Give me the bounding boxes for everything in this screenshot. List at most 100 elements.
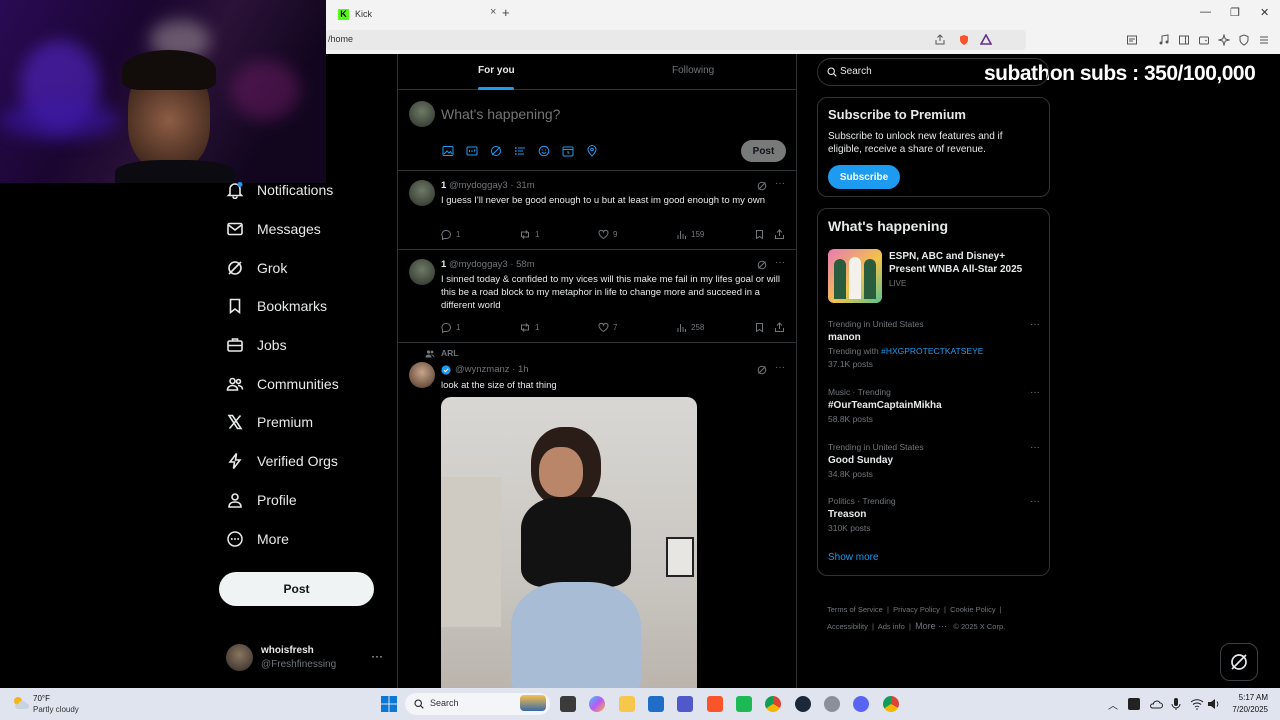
tweet-author[interactable]: 1 (441, 180, 446, 191)
repost-button[interactable]: 1 (519, 322, 539, 333)
minimize-icon[interactable]: — (1200, 6, 1211, 18)
share-button[interactable] (774, 229, 785, 240)
sidebar-item-communities[interactable]: Communities (226, 371, 339, 397)
discord-icon[interactable] (853, 696, 869, 712)
tweet-context[interactable]: ARL (441, 348, 458, 358)
reader-icon[interactable] (1126, 34, 1138, 46)
bookmark-button[interactable] (754, 229, 765, 240)
volume-icon[interactable] (1207, 698, 1221, 710)
copilot-icon[interactable] (589, 696, 605, 712)
grok-explain-icon[interactable] (757, 260, 767, 270)
sidebar-item-messages[interactable]: Messages (226, 216, 321, 242)
sidebar-item-bookmarks[interactable]: Bookmarks (226, 293, 327, 319)
vpn-icon[interactable] (1238, 34, 1250, 46)
grok-compose-icon[interactable] (490, 145, 502, 157)
trend-more-icon[interactable]: ··· (1030, 496, 1040, 507)
like-button[interactable]: 9 (598, 229, 617, 240)
trend-more-icon[interactable]: ··· (1030, 319, 1040, 330)
trend-item[interactable]: Politics · Trending Treason 310K posts ·… (828, 496, 1040, 533)
account-switcher[interactable]: whoisfresh @Freshfinessing ··· (226, 644, 386, 672)
store-icon[interactable] (648, 696, 664, 712)
compose-post-button[interactable]: Post (741, 140, 786, 162)
leo-ai-icon[interactable] (1218, 34, 1230, 46)
tweet-more-icon[interactable]: ··· (775, 362, 785, 373)
share-button[interactable] (774, 322, 785, 333)
app-icon[interactable] (736, 696, 752, 712)
bookmark-button[interactable] (754, 322, 765, 333)
search-input[interactable]: Search (817, 58, 1049, 86)
footer-link[interactable]: Accessibility (827, 622, 868, 631)
tab-following[interactable]: Following (672, 65, 714, 76)
weather-desc[interactable]: Partly cloudy (33, 705, 79, 714)
trend-more-icon[interactable]: ··· (1030, 442, 1040, 453)
sidebar-item-jobs[interactable]: Jobs (226, 332, 287, 358)
tray-app-icon[interactable] (1128, 698, 1140, 710)
teams-icon[interactable] (677, 696, 693, 712)
featured-thumbnail[interactable] (828, 249, 882, 303)
task-view-icon[interactable] (560, 696, 576, 712)
brave-shield-icon[interactable] (958, 34, 970, 46)
footer-link[interactable]: Cookie Policy (950, 605, 995, 614)
trend-with-tag[interactable]: #HXGPROTECTKATSEYE (881, 346, 983, 356)
show-more-link[interactable]: Show more (828, 552, 879, 563)
weather-temp[interactable]: 70°F (33, 694, 50, 703)
tab-close-icon[interactable]: × (490, 6, 496, 18)
cloud-icon[interactable] (1149, 698, 1163, 710)
gif-icon[interactable] (466, 145, 478, 157)
repost-button[interactable]: 1 (519, 229, 539, 240)
sidebar-item-profile[interactable]: Profile (226, 487, 297, 513)
grok-explain-icon[interactable] (757, 181, 767, 191)
microphone-icon[interactable] (1171, 697, 1181, 711)
image-icon[interactable] (442, 145, 454, 157)
steam-icon[interactable] (795, 696, 811, 712)
tray-expand-icon[interactable]: ︿ (1108, 697, 1118, 712)
browser-tab[interactable]: K Kick (330, 3, 490, 25)
settings-icon[interactable] (824, 696, 840, 712)
new-tab-button[interactable]: + (502, 5, 510, 20)
chrome-icon[interactable] (883, 696, 899, 712)
reply-button[interactable]: 1 (441, 229, 460, 240)
location-icon[interactable] (586, 145, 598, 157)
trend-item[interactable]: Music · Trending #OurTeamCaptainMikha 58… (828, 387, 1040, 424)
featured-title[interactable]: ESPN, ABC and Disney+ Present WNBA All-S… (889, 250, 1039, 276)
sidebar-item-verified-orgs[interactable]: Verified Orgs (226, 448, 338, 474)
footer-link[interactable]: Ads info (878, 622, 905, 631)
footer-link[interactable]: Terms of Service (827, 605, 883, 614)
like-button[interactable]: 7 (598, 322, 617, 333)
address-bar[interactable]: /home (326, 30, 1026, 50)
views-button[interactable]: 258 (676, 322, 704, 333)
footer-more-link[interactable]: More ··· (915, 621, 947, 631)
media-icon[interactable] (1158, 34, 1170, 46)
taskbar-search[interactable]: Search (405, 693, 550, 715)
chrome-icon[interactable] (765, 696, 781, 712)
close-window-icon[interactable]: ✕ (1260, 6, 1269, 19)
schedule-icon[interactable] (562, 145, 574, 157)
grok-floating-button[interactable] (1220, 643, 1258, 681)
menu-icon[interactable] (1258, 34, 1270, 46)
tweet-more-icon[interactable]: ··· (775, 257, 785, 268)
sidebar-icon[interactable] (1178, 34, 1190, 46)
sidebar-item-more[interactable]: More (226, 526, 289, 552)
file-explorer-icon[interactable] (619, 696, 635, 712)
tweet-handle[interactable]: @mydoggay3 · 58m (449, 259, 535, 270)
tab-for-you[interactable]: For you (478, 65, 515, 76)
wifi-icon[interactable] (1190, 698, 1204, 710)
tweet-handle[interactable]: @wynzmanz · 1h (455, 364, 529, 375)
subscribe-button[interactable]: Subscribe (828, 165, 900, 189)
brave-browser-icon[interactable] (707, 696, 723, 712)
wallet-icon[interactable] (1198, 34, 1210, 46)
tweet-handle[interactable]: @mydoggay3 · 31m (449, 180, 535, 191)
taskbar-date[interactable]: 7/20/2025 (1226, 705, 1268, 714)
reply-button[interactable]: 1 (441, 322, 460, 333)
trend-more-icon[interactable]: ··· (1030, 387, 1040, 398)
footer-link[interactable]: Privacy Policy (893, 605, 940, 614)
tweet[interactable]: 1 @mydoggay3 · 58m ··· I sinned today & … (398, 250, 797, 342)
tweet[interactable]: 1 @mydoggay3 · 31m ··· I guess I'll neve… (398, 171, 797, 249)
tweet-author[interactable]: 1 (441, 259, 446, 270)
trend-item[interactable]: Trending in United States manon Trending… (828, 319, 1040, 369)
views-button[interactable]: 159 (676, 229, 704, 240)
sidebar-item-grok[interactable]: Grok (226, 255, 287, 281)
brave-rewards-icon[interactable] (980, 34, 992, 46)
restore-icon[interactable]: ❐ (1230, 6, 1240, 19)
poll-icon[interactable] (514, 145, 526, 157)
